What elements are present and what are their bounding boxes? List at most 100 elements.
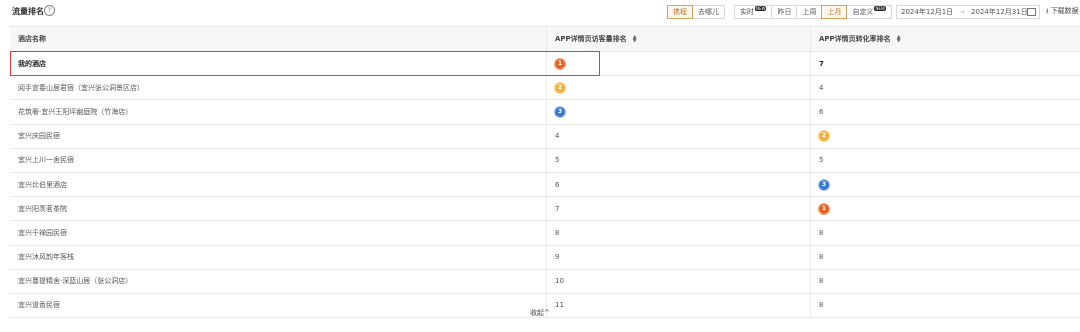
new-badge: NEW — [874, 6, 886, 11]
conversion-rank-cell: 2 — [810, 124, 1080, 148]
rank-medal-icon: 2 — [555, 82, 565, 93]
table-row: 花筑奢·宜兴王阳坪幽庭院（竹海店） 3 6 — [10, 100, 1080, 125]
table-row: 宜兴阳羡茗茶院 7 1 — [10, 197, 1080, 222]
visitor-rank-cell: 8 — [546, 221, 810, 245]
hotel-name: 宜兴庆园民宿 — [18, 132, 60, 141]
hotel-name-cell: 宜兴阳羡茗茶院 — [10, 197, 546, 220]
rank-medal-icon: 3 — [555, 106, 565, 117]
rank-medal-icon: 1 — [555, 58, 565, 69]
conversion-rank-cell: 5 — [810, 148, 1080, 172]
visitor-rank-cell: 3 — [546, 100, 810, 124]
rank-value: 8 — [819, 228, 824, 237]
conversion-rank-cell: 1 — [810, 197, 1080, 221]
tab-ctrip[interactable]: 携程 — [667, 5, 693, 19]
rank-value: 4 — [819, 83, 824, 92]
table-row: 阅手宣春山居君宿（宜兴张公洞景区店） 2 4 — [10, 76, 1080, 101]
download-button[interactable]: ⭳ 下载数据 — [1046, 6, 1079, 18]
conversion-rank-cell: 8 — [810, 221, 1080, 245]
conversion-rank-cell: 4 — [810, 76, 1080, 100]
period-tabs: 实时 NEW 昨日 上周 上月 自定义 NEW — [734, 5, 892, 19]
visitor-rank-cell: 7 — [546, 197, 810, 221]
hotel-name: 花筑奢·宜兴王阳坪幽庭院（竹海店） — [18, 107, 133, 116]
hotel-name-cell: 宜兴千禅园民宿 — [10, 221, 546, 244]
rank-medal-icon: 3 — [819, 179, 829, 190]
table-row: 宜兴蔓提精舍·深蓝山居（张公洞店） 10 8 — [10, 269, 1080, 294]
tab-realtime[interactable]: 实时 NEW — [734, 5, 773, 19]
visitor-rank-cell: 5 — [546, 148, 810, 172]
column-label: APP详情页转化率排名 — [819, 35, 891, 43]
table-row: 宜兴庆园民宿 4 2 — [10, 124, 1080, 149]
start-date[interactable]: 2024年12月1日 — [901, 6, 953, 18]
conversion-rank-cell: 7 — [810, 52, 1080, 76]
visitor-rank-cell: 1 — [546, 52, 810, 76]
rank-value: 8 — [819, 277, 824, 286]
channel-tabs: 携程 去哪儿 — [667, 5, 725, 19]
toolbar: 流量排名 ? 携程 去哪儿 实时 NEW 昨日 上周 上月 自定义 NEW 2024… — [0, 0, 1080, 24]
table-row: 宜兴千禅园民宿 8 8 — [10, 221, 1080, 246]
table-row: 我的酒店 1 7 — [10, 52, 1080, 77]
rank-value: 9 — [555, 253, 560, 262]
visitor-rank-cell: 2 — [546, 76, 810, 100]
rank-value: 6 — [555, 180, 560, 189]
table-row: 宜兴沐风韵年客栈 9 8 — [10, 245, 1080, 270]
hotel-name: 宜兴比伯里酒店 — [18, 180, 67, 189]
tab-yesterday[interactable]: 昨日 — [771, 5, 798, 19]
hotel-name: 阅手宣春山居君宿（宜兴张公洞景区店） — [18, 83, 144, 92]
conversion-rank-cell: 6 — [810, 100, 1080, 124]
rank-value: 4 — [555, 132, 560, 141]
hotel-name-cell: 宜兴蔓提精舍·深蓝山居（张公洞店） — [10, 270, 546, 293]
visitor-rank-cell: 10 — [546, 269, 810, 293]
rank-medal-icon: 2 — [819, 131, 829, 142]
page-title: 流量排名 — [12, 7, 44, 16]
table-row: 宜兴比伯里酒店 6 3 — [10, 172, 1080, 198]
hotel-name: 我的酒店 — [18, 59, 46, 68]
hotel-name-cell: 宜兴比伯里酒店 — [10, 173, 546, 196]
column-header-conversion-rank[interactable]: APP详情页转化率排名 ▲ ▼ — [810, 27, 1080, 51]
hotel-name: 宜兴蔓提精舍·深蓝山居（张公洞店） — [18, 277, 133, 286]
hotel-name: 宜兴阳羡茗茶院 — [18, 204, 67, 213]
new-badge: NEW — [755, 6, 767, 11]
rank-value: 7 — [819, 59, 824, 68]
tab-last-week[interactable]: 上周 — [796, 5, 823, 19]
tab-label: 实时 — [740, 8, 754, 16]
hotel-name-cell: 宜兴沐风韵年客栈 — [10, 246, 546, 269]
download-label: 下载数据 — [1050, 7, 1079, 15]
ranking-table: 酒店名称 APP详情页访客量排名 ▲ ▼ APP详情页转化率排名 ▲ ▼ 我的酒店 1 7 阅… — [10, 26, 1080, 319]
tab-last-month[interactable]: 上月 — [821, 5, 848, 19]
rank-value: 7 — [555, 204, 560, 213]
rank-value: 8 — [555, 228, 560, 237]
conversion-rank-cell: 8 — [810, 245, 1080, 269]
hotel-name-cell: 宜兴上川一舍民宿 — [10, 149, 546, 172]
date-separator: → — [959, 8, 965, 16]
column-label: APP详情页访客量排名 — [555, 35, 627, 43]
column-header-hotel: 酒店名称 — [18, 35, 46, 43]
hotel-name: 宜兴沐风韵年客栈 — [18, 253, 74, 262]
end-date[interactable]: 2024年12月31日 — [971, 6, 1028, 18]
help-icon[interactable]: ? — [44, 5, 55, 16]
calendar-icon[interactable] — [1027, 8, 1036, 16]
rank-medal-icon: 1 — [819, 203, 829, 214]
hotel-name-cell: 宜兴庆园民宿 — [10, 125, 546, 148]
sort-icon[interactable]: ▲ ▼ — [633, 35, 637, 44]
table-row: 宜兴上川一舍民宿 5 5 — [10, 148, 1080, 173]
visitor-rank-cell: 4 — [546, 124, 810, 148]
rank-value: 10 — [555, 277, 564, 286]
tab-qunar[interactable]: 去哪儿 — [692, 5, 725, 19]
visitor-rank-cell: 6 — [546, 172, 810, 197]
conversion-rank-cell: 8 — [810, 269, 1080, 293]
sort-icon[interactable]: ▲ ▼ — [897, 35, 901, 44]
rank-value: 5 — [819, 156, 824, 165]
hotel-name-cell: 我的酒店 — [10, 52, 546, 75]
hotel-name-cell: 阅手宣春山居君宿（宜兴张公洞景区店） — [10, 76, 546, 99]
tab-label: 自定义 — [852, 8, 874, 16]
tab-custom[interactable]: 自定义 NEW — [846, 5, 892, 19]
collapse-button[interactable]: 收起^ — [0, 308, 1080, 318]
table-header: 酒店名称 APP详情页访客量排名 ▲ ▼ APP详情页转化率排名 ▲ ▼ — [10, 27, 1080, 52]
visitor-rank-cell: 9 — [546, 245, 810, 269]
column-header-visitor-rank[interactable]: APP详情页访客量排名 ▲ ▼ — [546, 27, 810, 51]
conversion-rank-cell: 3 — [810, 172, 1080, 197]
rank-value: 5 — [555, 156, 560, 165]
hotel-name-cell: 花筑奢·宜兴王阳坪幽庭院（竹海店） — [10, 100, 546, 123]
date-range-picker[interactable]: 2024年12月1日 → 2024年12月31日 — [896, 5, 1040, 19]
hotel-name: 宜兴千禅园民宿 — [18, 228, 67, 237]
